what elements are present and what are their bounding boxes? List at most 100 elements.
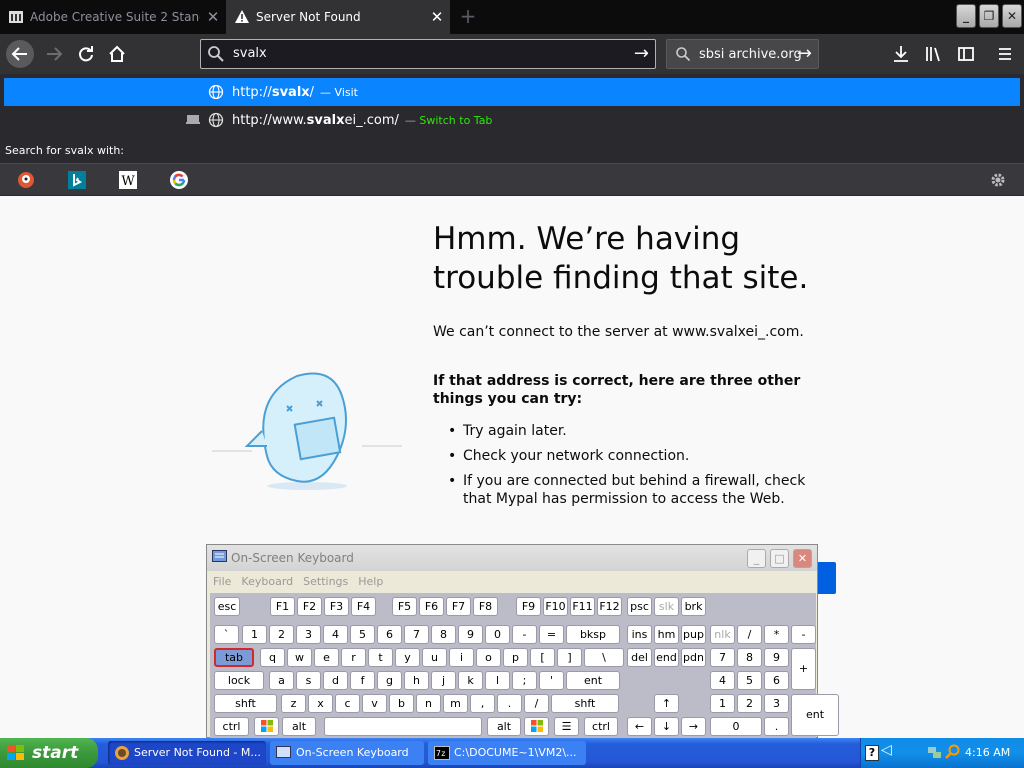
google-icon[interactable] bbox=[169, 170, 189, 190]
key-backslash[interactable]: \ bbox=[584, 648, 624, 667]
key-3[interactable]: 3 bbox=[296, 625, 321, 644]
taskbar-item-osk[interactable]: On-Screen Keyboard bbox=[270, 741, 424, 765]
back-button[interactable] bbox=[6, 40, 34, 68]
key-f4[interactable]: F4 bbox=[351, 597, 376, 616]
key-lbracket[interactable]: [ bbox=[530, 648, 555, 667]
key-backtick[interactable]: ` bbox=[214, 625, 239, 644]
key-1[interactable]: 1 bbox=[242, 625, 267, 644]
key-7[interactable]: 7 bbox=[404, 625, 429, 644]
key-8[interactable]: 8 bbox=[431, 625, 456, 644]
go-arrow-icon[interactable]: → bbox=[634, 43, 649, 64]
key-6[interactable]: 6 bbox=[764, 671, 789, 690]
menu-icon[interactable] bbox=[993, 42, 1017, 66]
key-f5[interactable]: F5 bbox=[392, 597, 417, 616]
url-input[interactable]: svalx bbox=[233, 46, 267, 61]
key-up[interactable]: ↑ bbox=[654, 694, 679, 713]
key-lock[interactable]: lock bbox=[214, 671, 264, 690]
menu-settings[interactable]: Settings bbox=[303, 575, 348, 589]
key-g[interactable]: g bbox=[377, 671, 402, 690]
key-f[interactable]: f bbox=[350, 671, 375, 690]
bing-icon[interactable] bbox=[67, 170, 87, 190]
search-input[interactable]: sbsi archive.org bbox=[699, 47, 802, 62]
key-period[interactable]: . bbox=[497, 694, 522, 713]
key-shft[interactable]: shft bbox=[551, 694, 619, 713]
key-equals[interactable]: = bbox=[539, 625, 564, 644]
key-k[interactable]: k bbox=[458, 671, 483, 690]
key-q[interactable]: q bbox=[260, 648, 285, 667]
search-bar[interactable]: sbsi archive.org → bbox=[666, 39, 819, 69]
key-f3[interactable]: F3 bbox=[324, 597, 349, 616]
key-period[interactable]: . bbox=[764, 717, 789, 736]
key-9[interactable]: 9 bbox=[458, 625, 483, 644]
key-right[interactable]: → bbox=[681, 717, 706, 736]
key-rbracket[interactable]: ] bbox=[557, 648, 582, 667]
key-bksp[interactable]: bksp bbox=[566, 625, 620, 644]
key-v[interactable]: v bbox=[362, 694, 387, 713]
key-f9[interactable]: F9 bbox=[516, 597, 541, 616]
key-1[interactable]: 1 bbox=[710, 694, 735, 713]
key-asterisk[interactable]: * bbox=[764, 625, 789, 644]
key-4[interactable]: 4 bbox=[710, 671, 735, 690]
key-i[interactable]: i bbox=[449, 648, 474, 667]
key-f11[interactable]: F11 bbox=[570, 597, 595, 616]
taskbar-item-browser[interactable]: Server Not Found - M... bbox=[108, 741, 266, 765]
start-button[interactable]: start bbox=[0, 738, 98, 768]
key-ent[interactable]: ent bbox=[566, 671, 620, 690]
key-8[interactable]: 8 bbox=[737, 648, 762, 667]
key-pdn[interactable]: pdn bbox=[681, 648, 706, 667]
key-l[interactable]: l bbox=[485, 671, 510, 690]
close-window-button[interactable]: ✕ bbox=[1002, 4, 1022, 28]
key-ctrl[interactable]: ctrl bbox=[214, 717, 249, 736]
osk-close-button[interactable]: ✕ bbox=[793, 549, 812, 568]
key-quote[interactable]: ' bbox=[539, 671, 564, 690]
minimize-button[interactable]: _ bbox=[956, 4, 976, 28]
key-ent[interactable]: ent bbox=[791, 694, 839, 736]
key-o[interactable]: o bbox=[476, 648, 501, 667]
new-tab-button[interactable]: + bbox=[456, 4, 480, 28]
key-ctrl[interactable]: ctrl bbox=[584, 717, 618, 736]
key-a[interactable]: a bbox=[269, 671, 294, 690]
key-e[interactable]: e bbox=[314, 648, 339, 667]
key-pup[interactable]: pup bbox=[681, 625, 706, 644]
key-hm[interactable]: hm bbox=[654, 625, 679, 644]
key-f7[interactable]: F7 bbox=[446, 597, 471, 616]
key-space[interactable] bbox=[324, 717, 482, 736]
wikipedia-icon[interactable]: W bbox=[118, 170, 138, 190]
windows-key-icon[interactable] bbox=[524, 717, 549, 736]
reload-button[interactable] bbox=[72, 40, 100, 68]
key-esc[interactable]: esc bbox=[214, 597, 240, 616]
osk-minimize-button[interactable]: _ bbox=[747, 549, 766, 568]
key-left[interactable]: ← bbox=[627, 717, 652, 736]
taskbar-item-cmd[interactable]: 7z C:\DOCUME~1\VM2\... bbox=[428, 741, 586, 765]
key-w[interactable]: w bbox=[287, 648, 312, 667]
key-y[interactable]: y bbox=[395, 648, 420, 667]
sidebar-icon[interactable] bbox=[954, 42, 978, 66]
key-2[interactable]: 2 bbox=[737, 694, 762, 713]
autocomplete-row-switch-tab[interactable]: http://www.svalxei_.com/ — Switch to Tab bbox=[4, 106, 1020, 134]
key-end[interactable]: end bbox=[654, 648, 679, 667]
key-f6[interactable]: F6 bbox=[419, 597, 444, 616]
help-icon[interactable]: ? bbox=[865, 745, 879, 761]
key-9[interactable]: 9 bbox=[764, 648, 789, 667]
key-slash[interactable]: / bbox=[524, 694, 549, 713]
menu-keyboard[interactable]: Keyboard bbox=[241, 575, 293, 589]
key-slash[interactable]: / bbox=[737, 625, 762, 644]
osk-maximize-button[interactable]: □ bbox=[770, 549, 789, 568]
key-u[interactable]: u bbox=[422, 648, 447, 667]
key-brk[interactable]: brk bbox=[681, 597, 706, 616]
key-6[interactable]: 6 bbox=[377, 625, 402, 644]
tab-server-not-found[interactable]: Server Not Found ✕ bbox=[226, 0, 450, 34]
key-shft[interactable]: shft bbox=[214, 694, 277, 713]
key-t[interactable]: t bbox=[368, 648, 393, 667]
key-del[interactable]: del bbox=[627, 648, 652, 667]
search-go-arrow-icon[interactable]: → bbox=[797, 43, 812, 64]
key-nlk[interactable]: nlk bbox=[710, 625, 735, 644]
home-button[interactable] bbox=[103, 40, 131, 68]
key-4[interactable]: 4 bbox=[323, 625, 348, 644]
key-c[interactable]: c bbox=[335, 694, 360, 713]
close-icon[interactable]: ✕ bbox=[424, 8, 450, 26]
menu-help[interactable]: Help bbox=[358, 575, 383, 589]
autocomplete-row-visit[interactable]: http://svalx/ — Visit bbox=[4, 78, 1020, 106]
key-f12[interactable]: F12 bbox=[597, 597, 622, 616]
speaker-icon[interactable]: ◁ bbox=[881, 742, 892, 758]
